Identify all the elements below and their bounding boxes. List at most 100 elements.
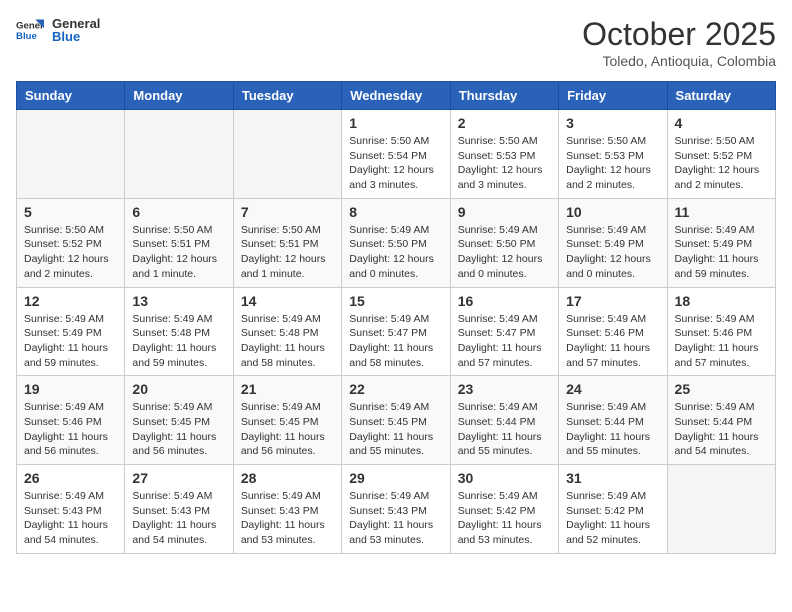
day-info: Sunrise: 5:49 AM Sunset: 5:44 PM Dayligh… xyxy=(566,400,659,459)
day-info: Sunrise: 5:49 AM Sunset: 5:50 PM Dayligh… xyxy=(349,223,442,282)
calendar-cell: 20 Sunrise: 5:49 AM Sunset: 5:45 PM Dayli… xyxy=(125,376,233,465)
day-header-friday: Friday xyxy=(559,82,667,110)
day-header-sunday: Sunday xyxy=(17,82,125,110)
day-info: Sunrise: 5:49 AM Sunset: 5:46 PM Dayligh… xyxy=(24,400,117,459)
calendar-cell: 28 Sunrise: 5:49 AM Sunset: 5:43 PM Dayli… xyxy=(233,465,341,554)
day-number: 26 xyxy=(24,470,117,486)
day-info: Sunrise: 5:49 AM Sunset: 5:47 PM Dayligh… xyxy=(458,312,551,371)
day-number: 11 xyxy=(675,204,768,220)
calendar-cell: 12 Sunrise: 5:49 AM Sunset: 5:49 PM Dayli… xyxy=(17,287,125,376)
day-info: Sunrise: 5:50 AM Sunset: 5:54 PM Dayligh… xyxy=(349,134,442,193)
day-info: Sunrise: 5:49 AM Sunset: 5:48 PM Dayligh… xyxy=(132,312,225,371)
day-info: Sunrise: 5:49 AM Sunset: 5:44 PM Dayligh… xyxy=(458,400,551,459)
day-number: 5 xyxy=(24,204,117,220)
calendar-cell: 30 Sunrise: 5:49 AM Sunset: 5:42 PM Dayli… xyxy=(450,465,558,554)
calendar-cell: 21 Sunrise: 5:49 AM Sunset: 5:45 PM Dayli… xyxy=(233,376,341,465)
calendar-week-2: 5 Sunrise: 5:50 AM Sunset: 5:52 PM Daylig… xyxy=(17,198,776,287)
day-header-tuesday: Tuesday xyxy=(233,82,341,110)
day-info: Sunrise: 5:50 AM Sunset: 5:53 PM Dayligh… xyxy=(566,134,659,193)
day-number: 4 xyxy=(675,115,768,131)
day-info: Sunrise: 5:49 AM Sunset: 5:43 PM Dayligh… xyxy=(349,489,442,548)
calendar-cell: 5 Sunrise: 5:50 AM Sunset: 5:52 PM Daylig… xyxy=(17,198,125,287)
calendar-cell: 15Sunrise: 5:49 AM Sunset: 5:47 PM Dayli… xyxy=(342,287,450,376)
day-number: 29 xyxy=(349,470,442,486)
calendar-cell: 31 Sunrise: 5:49 AM Sunset: 5:42 PM Dayli… xyxy=(559,465,667,554)
day-number: 17 xyxy=(566,293,659,309)
day-number: 1 xyxy=(349,115,442,131)
day-info: Sunrise: 5:49 AM Sunset: 5:42 PM Dayligh… xyxy=(566,489,659,548)
title-block: October 2025 Toledo, Antioquia, Colombia xyxy=(582,16,776,69)
calendar-cell: 1 Sunrise: 5:50 AM Sunset: 5:54 PM Daylig… xyxy=(342,110,450,199)
calendar-cell: 19Sunrise: 5:49 AM Sunset: 5:46 PM Dayli… xyxy=(17,376,125,465)
day-number: 9 xyxy=(458,204,551,220)
day-info: Sunrise: 5:49 AM Sunset: 5:48 PM Dayligh… xyxy=(241,312,334,371)
calendar: SundayMondayTuesdayWednesdayThursdayFrid… xyxy=(16,81,776,554)
calendar-cell: 29 Sunrise: 5:49 AM Sunset: 5:43 PM Dayli… xyxy=(342,465,450,554)
calendar-week-4: 19Sunrise: 5:49 AM Sunset: 5:46 PM Dayli… xyxy=(17,376,776,465)
calendar-cell: 6Sunrise: 5:50 AM Sunset: 5:51 PM Daylig… xyxy=(125,198,233,287)
calendar-cell xyxy=(233,110,341,199)
day-info: Sunrise: 5:49 AM Sunset: 5:44 PM Dayligh… xyxy=(675,400,768,459)
day-header-thursday: Thursday xyxy=(450,82,558,110)
calendar-cell: 24Sunrise: 5:49 AM Sunset: 5:44 PM Dayli… xyxy=(559,376,667,465)
day-info: Sunrise: 5:49 AM Sunset: 5:45 PM Dayligh… xyxy=(132,400,225,459)
calendar-cell: 3 Sunrise: 5:50 AM Sunset: 5:53 PM Daylig… xyxy=(559,110,667,199)
calendar-cell: 2Sunrise: 5:50 AM Sunset: 5:53 PM Daylig… xyxy=(450,110,558,199)
day-number: 8 xyxy=(349,204,442,220)
day-number: 31 xyxy=(566,470,659,486)
day-info: Sunrise: 5:49 AM Sunset: 5:49 PM Dayligh… xyxy=(675,223,768,282)
day-number: 22 xyxy=(349,381,442,397)
location: Toledo, Antioquia, Colombia xyxy=(582,53,776,69)
calendar-cell: 23Sunrise: 5:49 AM Sunset: 5:44 PM Dayli… xyxy=(450,376,558,465)
calendar-cell: 13 Sunrise: 5:49 AM Sunset: 5:48 PM Dayli… xyxy=(125,287,233,376)
logo: General Blue General Blue xyxy=(16,16,100,44)
calendar-cell: 25 Sunrise: 5:49 AM Sunset: 5:44 PM Dayli… xyxy=(667,376,775,465)
calendar-cell: 27Sunrise: 5:49 AM Sunset: 5:43 PM Dayli… xyxy=(125,465,233,554)
day-number: 18 xyxy=(675,293,768,309)
day-number: 10 xyxy=(566,204,659,220)
day-info: Sunrise: 5:49 AM Sunset: 5:49 PM Dayligh… xyxy=(566,223,659,282)
calendar-week-1: 1 Sunrise: 5:50 AM Sunset: 5:54 PM Daylig… xyxy=(17,110,776,199)
day-info: Sunrise: 5:49 AM Sunset: 5:46 PM Dayligh… xyxy=(675,312,768,371)
day-info: Sunrise: 5:49 AM Sunset: 5:49 PM Dayligh… xyxy=(24,312,117,371)
calendar-cell: 26 Sunrise: 5:49 AM Sunset: 5:43 PM Dayli… xyxy=(17,465,125,554)
calendar-week-5: 26 Sunrise: 5:49 AM Sunset: 5:43 PM Dayli… xyxy=(17,465,776,554)
day-number: 20 xyxy=(132,381,225,397)
calendar-header-row: SundayMondayTuesdayWednesdayThursdayFrid… xyxy=(17,82,776,110)
day-number: 13 xyxy=(132,293,225,309)
day-info: Sunrise: 5:49 AM Sunset: 5:43 PM Dayligh… xyxy=(132,489,225,548)
calendar-week-3: 12 Sunrise: 5:49 AM Sunset: 5:49 PM Dayli… xyxy=(17,287,776,376)
day-number: 16 xyxy=(458,293,551,309)
calendar-cell: 16 Sunrise: 5:49 AM Sunset: 5:47 PM Dayli… xyxy=(450,287,558,376)
calendar-cell xyxy=(17,110,125,199)
calendar-cell: 17Sunrise: 5:49 AM Sunset: 5:46 PM Dayli… xyxy=(559,287,667,376)
calendar-cell: 7Sunrise: 5:50 AM Sunset: 5:51 PM Daylig… xyxy=(233,198,341,287)
day-header-wednesday: Wednesday xyxy=(342,82,450,110)
day-info: Sunrise: 5:49 AM Sunset: 5:43 PM Dayligh… xyxy=(24,489,117,548)
day-info: Sunrise: 5:49 AM Sunset: 5:43 PM Dayligh… xyxy=(241,489,334,548)
logo-icon: General Blue xyxy=(16,16,44,44)
day-info: Sunrise: 5:49 AM Sunset: 5:45 PM Dayligh… xyxy=(349,400,442,459)
day-info: Sunrise: 5:50 AM Sunset: 5:51 PM Dayligh… xyxy=(132,223,225,282)
calendar-cell: 10 Sunrise: 5:49 AM Sunset: 5:49 PM Dayli… xyxy=(559,198,667,287)
day-number: 2 xyxy=(458,115,551,131)
day-number: 30 xyxy=(458,470,551,486)
calendar-cell: 22 Sunrise: 5:49 AM Sunset: 5:45 PM Dayli… xyxy=(342,376,450,465)
day-header-saturday: Saturday xyxy=(667,82,775,110)
day-number: 25 xyxy=(675,381,768,397)
day-number: 12 xyxy=(24,293,117,309)
day-info: Sunrise: 5:49 AM Sunset: 5:50 PM Dayligh… xyxy=(458,223,551,282)
month-title: October 2025 xyxy=(582,16,776,53)
day-number: 28 xyxy=(241,470,334,486)
day-number: 3 xyxy=(566,115,659,131)
day-number: 21 xyxy=(241,381,334,397)
svg-text:Blue: Blue xyxy=(16,31,37,42)
day-info: Sunrise: 5:49 AM Sunset: 5:47 PM Dayligh… xyxy=(349,312,442,371)
calendar-cell: 11 Sunrise: 5:49 AM Sunset: 5:49 PM Dayli… xyxy=(667,198,775,287)
day-info: Sunrise: 5:50 AM Sunset: 5:52 PM Dayligh… xyxy=(24,223,117,282)
day-info: Sunrise: 5:49 AM Sunset: 5:42 PM Dayligh… xyxy=(458,489,551,548)
day-info: Sunrise: 5:50 AM Sunset: 5:51 PM Dayligh… xyxy=(241,223,334,282)
calendar-cell: 14Sunrise: 5:49 AM Sunset: 5:48 PM Dayli… xyxy=(233,287,341,376)
day-info: Sunrise: 5:49 AM Sunset: 5:45 PM Dayligh… xyxy=(241,400,334,459)
page-header: General Blue General Blue October 2025 T… xyxy=(16,16,776,69)
